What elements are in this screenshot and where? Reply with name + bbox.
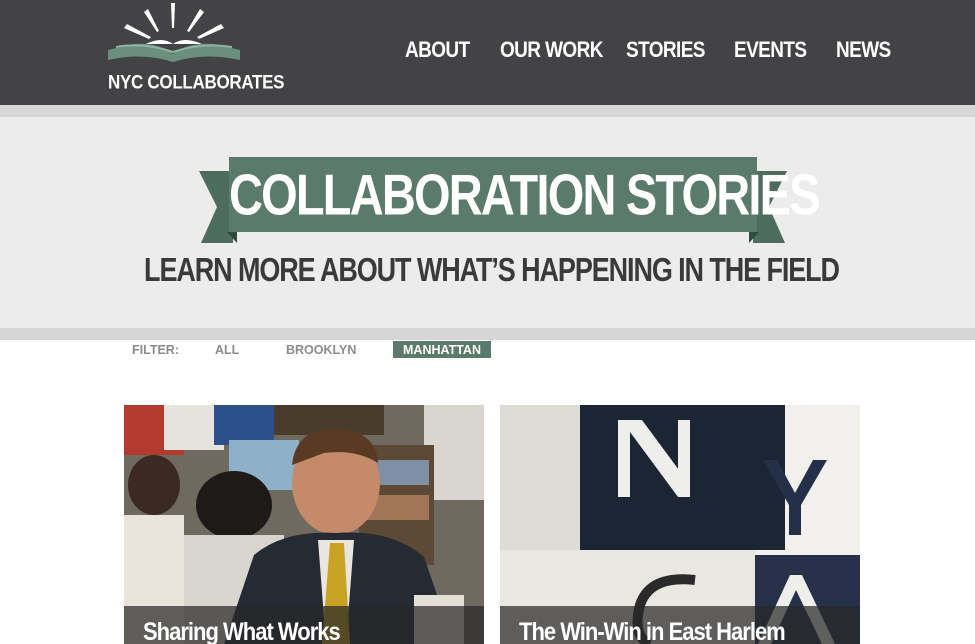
story-title: Sharing What Works — [143, 617, 341, 644]
site-name: NYC COLLABORATES — [108, 71, 285, 93]
nav-stories[interactable]: STORIES — [626, 38, 705, 64]
nav-events[interactable]: EVENTS — [734, 38, 807, 64]
filter-all[interactable]: ALL — [215, 343, 239, 357]
story-card[interactable]: The Win-Win in East Harlem — [500, 405, 860, 644]
filter-brooklyn[interactable]: BROOKLYN — [286, 343, 356, 357]
title-ribbon: COLLABORATION STORIES — [199, 157, 821, 243]
story-title: The Win-Win in East Harlem — [519, 617, 786, 644]
site-header: NYC COLLABORATES ABOUT OUR WORK STORIES … — [0, 0, 975, 105]
nav-our-work[interactable]: OUR WORK — [500, 38, 603, 64]
page-subtitle: LEARN MORE ABOUT WHAT’S HAPPENING IN THE… — [144, 251, 840, 289]
nav-about[interactable]: ABOUT — [405, 38, 470, 64]
filter-label: FILTER: — [132, 343, 179, 357]
hero-banner: COLLABORATION STORIES LEARN MORE ABOUT W… — [0, 117, 975, 328]
page-title: COLLABORATION STORIES — [229, 162, 821, 227]
story-filter: FILTER: ALL BROOKLYN MANHATTAN — [0, 340, 975, 362]
hero-border-bottom — [0, 328, 975, 340]
nav-news[interactable]: NEWS — [836, 38, 891, 64]
main-nav: ABOUT OUR WORK STORIES EVENTS NEWS — [0, 38, 975, 68]
story-caption: The Win-Win in East Harlem — [500, 606, 860, 644]
filter-manhattan[interactable]: MANHATTAN — [393, 341, 491, 358]
hero-border-top — [0, 105, 975, 117]
story-card[interactable]: Sharing What Works — [124, 405, 484, 644]
story-caption: Sharing What Works — [124, 606, 484, 644]
